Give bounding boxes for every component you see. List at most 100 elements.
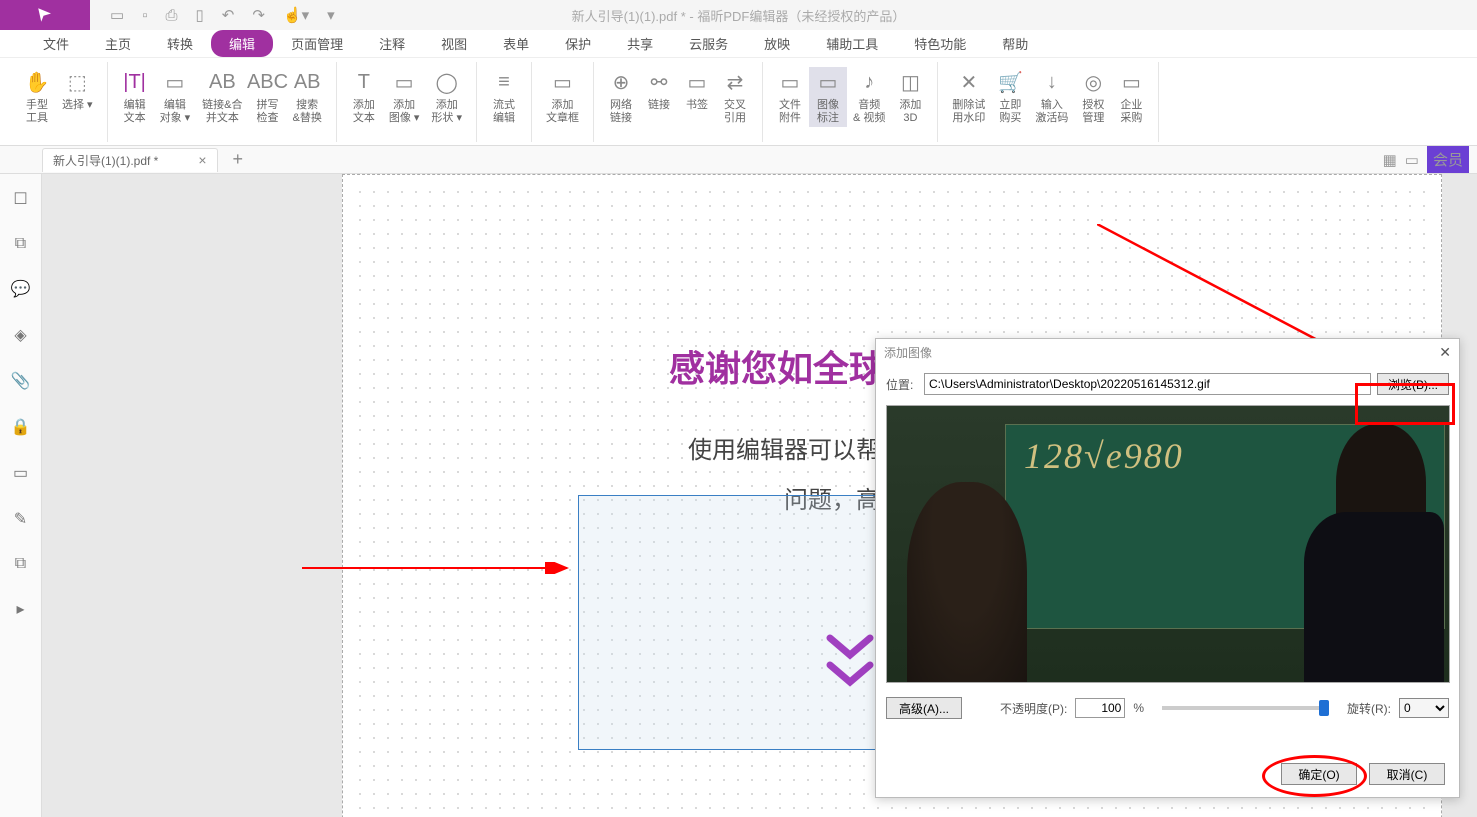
ribbon-icon: ◫: [897, 69, 923, 97]
ribbon-btn-7-3[interactable]: ◎授权 管理: [1074, 67, 1112, 127]
grid-view-icon[interactable]: ▦: [1383, 151, 1397, 169]
bookmark-icon[interactable]: ☐: [13, 189, 27, 209]
pages-icon[interactable]: ⧉: [15, 235, 26, 253]
ribbon-btn-5-2[interactable]: ▭书签: [678, 67, 716, 114]
menu-item-2[interactable]: 转换: [149, 30, 211, 57]
menu-item-14[interactable]: 帮助: [984, 30, 1046, 57]
form-icon[interactable]: ▭: [13, 463, 28, 483]
menu-item-7[interactable]: 表单: [485, 30, 547, 57]
close-tab-icon[interactable]: ×: [198, 152, 206, 168]
layers-icon[interactable]: ◈: [14, 325, 26, 345]
menu-item-4[interactable]: 页面管理: [273, 30, 361, 57]
menu-item-9[interactable]: 共享: [609, 30, 671, 57]
ribbon-btn-5-1[interactable]: ⚯链接: [640, 67, 678, 114]
options-row: 高级(A)... 不透明度(P): % 旋转(R): 0: [886, 697, 1449, 719]
ribbon-group-0: ✋手型 工具⬚选择 ▾: [10, 62, 108, 142]
menu-item-11[interactable]: 放映: [746, 30, 808, 57]
advanced-button[interactable]: 高级(A)...: [886, 697, 962, 719]
ribbon-btn-7-2[interactable]: ↓输入 激活码: [1029, 67, 1074, 127]
ribbon-group-7: ✕删除试 用水印🛒立即 购买↓输入 激活码◎授权 管理▭企业 采购: [938, 62, 1159, 142]
ribbon-btn-5-3[interactable]: ⇄交叉 引用: [716, 67, 754, 127]
ribbon-btn-0-1[interactable]: ⬚选择 ▾: [56, 67, 99, 114]
print-icon[interactable]: ⎙: [166, 7, 178, 24]
clipboard-icon[interactable]: ⧉: [15, 555, 26, 573]
ribbon-label: 拼写 检查: [257, 99, 279, 125]
undo-icon[interactable]: ↶: [222, 6, 235, 24]
cancel-button[interactable]: 取消(C): [1369, 763, 1445, 785]
menu-item-8[interactable]: 保护: [547, 30, 609, 57]
expand-icon[interactable]: ▾: [327, 6, 335, 24]
opacity-slider[interactable]: [1162, 706, 1329, 710]
redo-icon[interactable]: ↷: [252, 6, 265, 24]
menu-item-1[interactable]: 主页: [87, 30, 149, 57]
menu-item-3[interactable]: 编辑: [211, 30, 273, 57]
ribbon-label: 添加 形状 ▾: [431, 99, 462, 125]
menu-item-0[interactable]: 文件: [25, 30, 87, 57]
signature-icon[interactable]: ✎: [14, 509, 27, 529]
attachment-icon[interactable]: 📎: [11, 371, 31, 391]
ribbon-btn-5-0[interactable]: ⊕网络 链接: [602, 67, 640, 127]
ok-button[interactable]: 确定(O): [1281, 763, 1357, 785]
ribbon-icon: ▭: [777, 69, 803, 97]
browse-button[interactable]: 浏览(B)...: [1377, 373, 1449, 395]
ribbon-btn-2-0[interactable]: T添加 文本: [345, 67, 383, 127]
menu-bar: 文件主页转换编辑页面管理注释视图表单保护共享云服务放映辅助工具特色功能帮助: [0, 30, 1477, 58]
ribbon-btn-7-1[interactable]: 🛒立即 购买: [991, 67, 1029, 127]
ribbon-icon: ⬚: [64, 69, 90, 97]
opacity-input[interactable]: [1075, 698, 1125, 718]
image-placeholder-box[interactable]: [578, 495, 890, 750]
ribbon-btn-4-0[interactable]: ▭添加 文章框: [540, 67, 585, 127]
ribbon-btn-1-1[interactable]: ▭编辑 对象 ▾: [154, 67, 197, 127]
document-tab[interactable]: 新人引导(1)(1).pdf * ×: [42, 148, 218, 172]
ribbon-btn-3-0[interactable]: ≡流式 编辑: [485, 67, 523, 127]
doc-icon[interactable]: ▯: [196, 6, 204, 24]
ribbon-label: 文件 附件: [779, 99, 801, 125]
ribbon-label: 立即 购买: [999, 99, 1021, 125]
ribbon-btn-6-1[interactable]: ▭图像 标注: [809, 67, 847, 127]
ribbon-label: 添加 3D: [899, 99, 921, 125]
open-icon[interactable]: ▭: [110, 6, 124, 24]
expand-sidebar-icon[interactable]: ▸: [16, 599, 24, 619]
ribbon-btn-7-0[interactable]: ✕删除试 用水印: [946, 67, 991, 127]
ribbon-btn-2-2[interactable]: ◯添加 形状 ▾: [425, 67, 468, 127]
dialog-close-icon[interactable]: ✕: [1439, 344, 1451, 361]
ribbon-label: 添加 文章框: [546, 99, 579, 125]
document-tab-bar: 新人引导(1)(1).pdf * × + ▦ ▭ 会员: [0, 146, 1477, 174]
save-icon[interactable]: ▫: [142, 7, 147, 24]
hand-icon[interactable]: ☝▾: [283, 6, 309, 24]
ribbon-btn-7-4[interactable]: ▭企业 采购: [1112, 67, 1150, 127]
ribbon-btn-1-4[interactable]: AB搜索 &替换: [287, 67, 328, 127]
menu-item-5[interactable]: 注释: [361, 30, 423, 57]
ribbon-btn-0-0[interactable]: ✋手型 工具: [18, 67, 56, 127]
comments-icon[interactable]: 💬: [11, 279, 31, 299]
ribbon-btn-2-1[interactable]: ▭添加 图像 ▾: [383, 67, 426, 127]
ribbon-btn-6-0[interactable]: ▭文件 附件: [771, 67, 809, 127]
location-input[interactable]: [924, 373, 1371, 395]
ribbon-icon: ◎: [1080, 69, 1106, 97]
ribbon-btn-6-2[interactable]: ♪音频 & 视频: [847, 67, 891, 127]
menu-item-12[interactable]: 辅助工具: [808, 30, 896, 57]
menu-item-6[interactable]: 视图: [423, 30, 485, 57]
list-view-icon[interactable]: ▭: [1405, 151, 1419, 169]
rotate-select[interactable]: 0: [1399, 698, 1449, 718]
ribbon-label: 书签: [686, 99, 708, 112]
location-row: 位置: 浏览(B)...: [886, 373, 1449, 395]
ribbon-label: 编辑 文本: [124, 99, 146, 125]
ribbon-btn-6-3[interactable]: ◫添加 3D: [891, 67, 929, 127]
ribbon-btn-1-0[interactable]: |T|编辑 文本: [116, 67, 154, 127]
security-icon[interactable]: 🔒: [11, 417, 31, 437]
menu-item-13[interactable]: 特色功能: [896, 30, 984, 57]
menu-item-10[interactable]: 云服务: [671, 30, 746, 57]
member-button[interactable]: 会员: [1427, 146, 1469, 173]
person-silhouette-right: [1299, 424, 1444, 682]
ribbon-btn-1-3[interactable]: ABC拼写 检查: [249, 67, 287, 127]
ribbon-btn-1-2[interactable]: AB链接&合 并文本: [196, 67, 248, 127]
dialog-title-bar[interactable]: 添加图像 ✕: [876, 339, 1459, 365]
new-tab-button[interactable]: +: [233, 149, 244, 170]
ribbon-icon: ▭: [815, 69, 841, 97]
ribbon-icon: ♪: [856, 69, 882, 97]
ribbon-group-6: ▭文件 附件▭图像 标注♪音频 & 视频◫添加 3D: [763, 62, 938, 142]
ribbon-label: 链接: [648, 99, 670, 112]
ribbon-label: 编辑 对象 ▾: [160, 99, 191, 125]
slider-thumb[interactable]: [1319, 700, 1329, 716]
